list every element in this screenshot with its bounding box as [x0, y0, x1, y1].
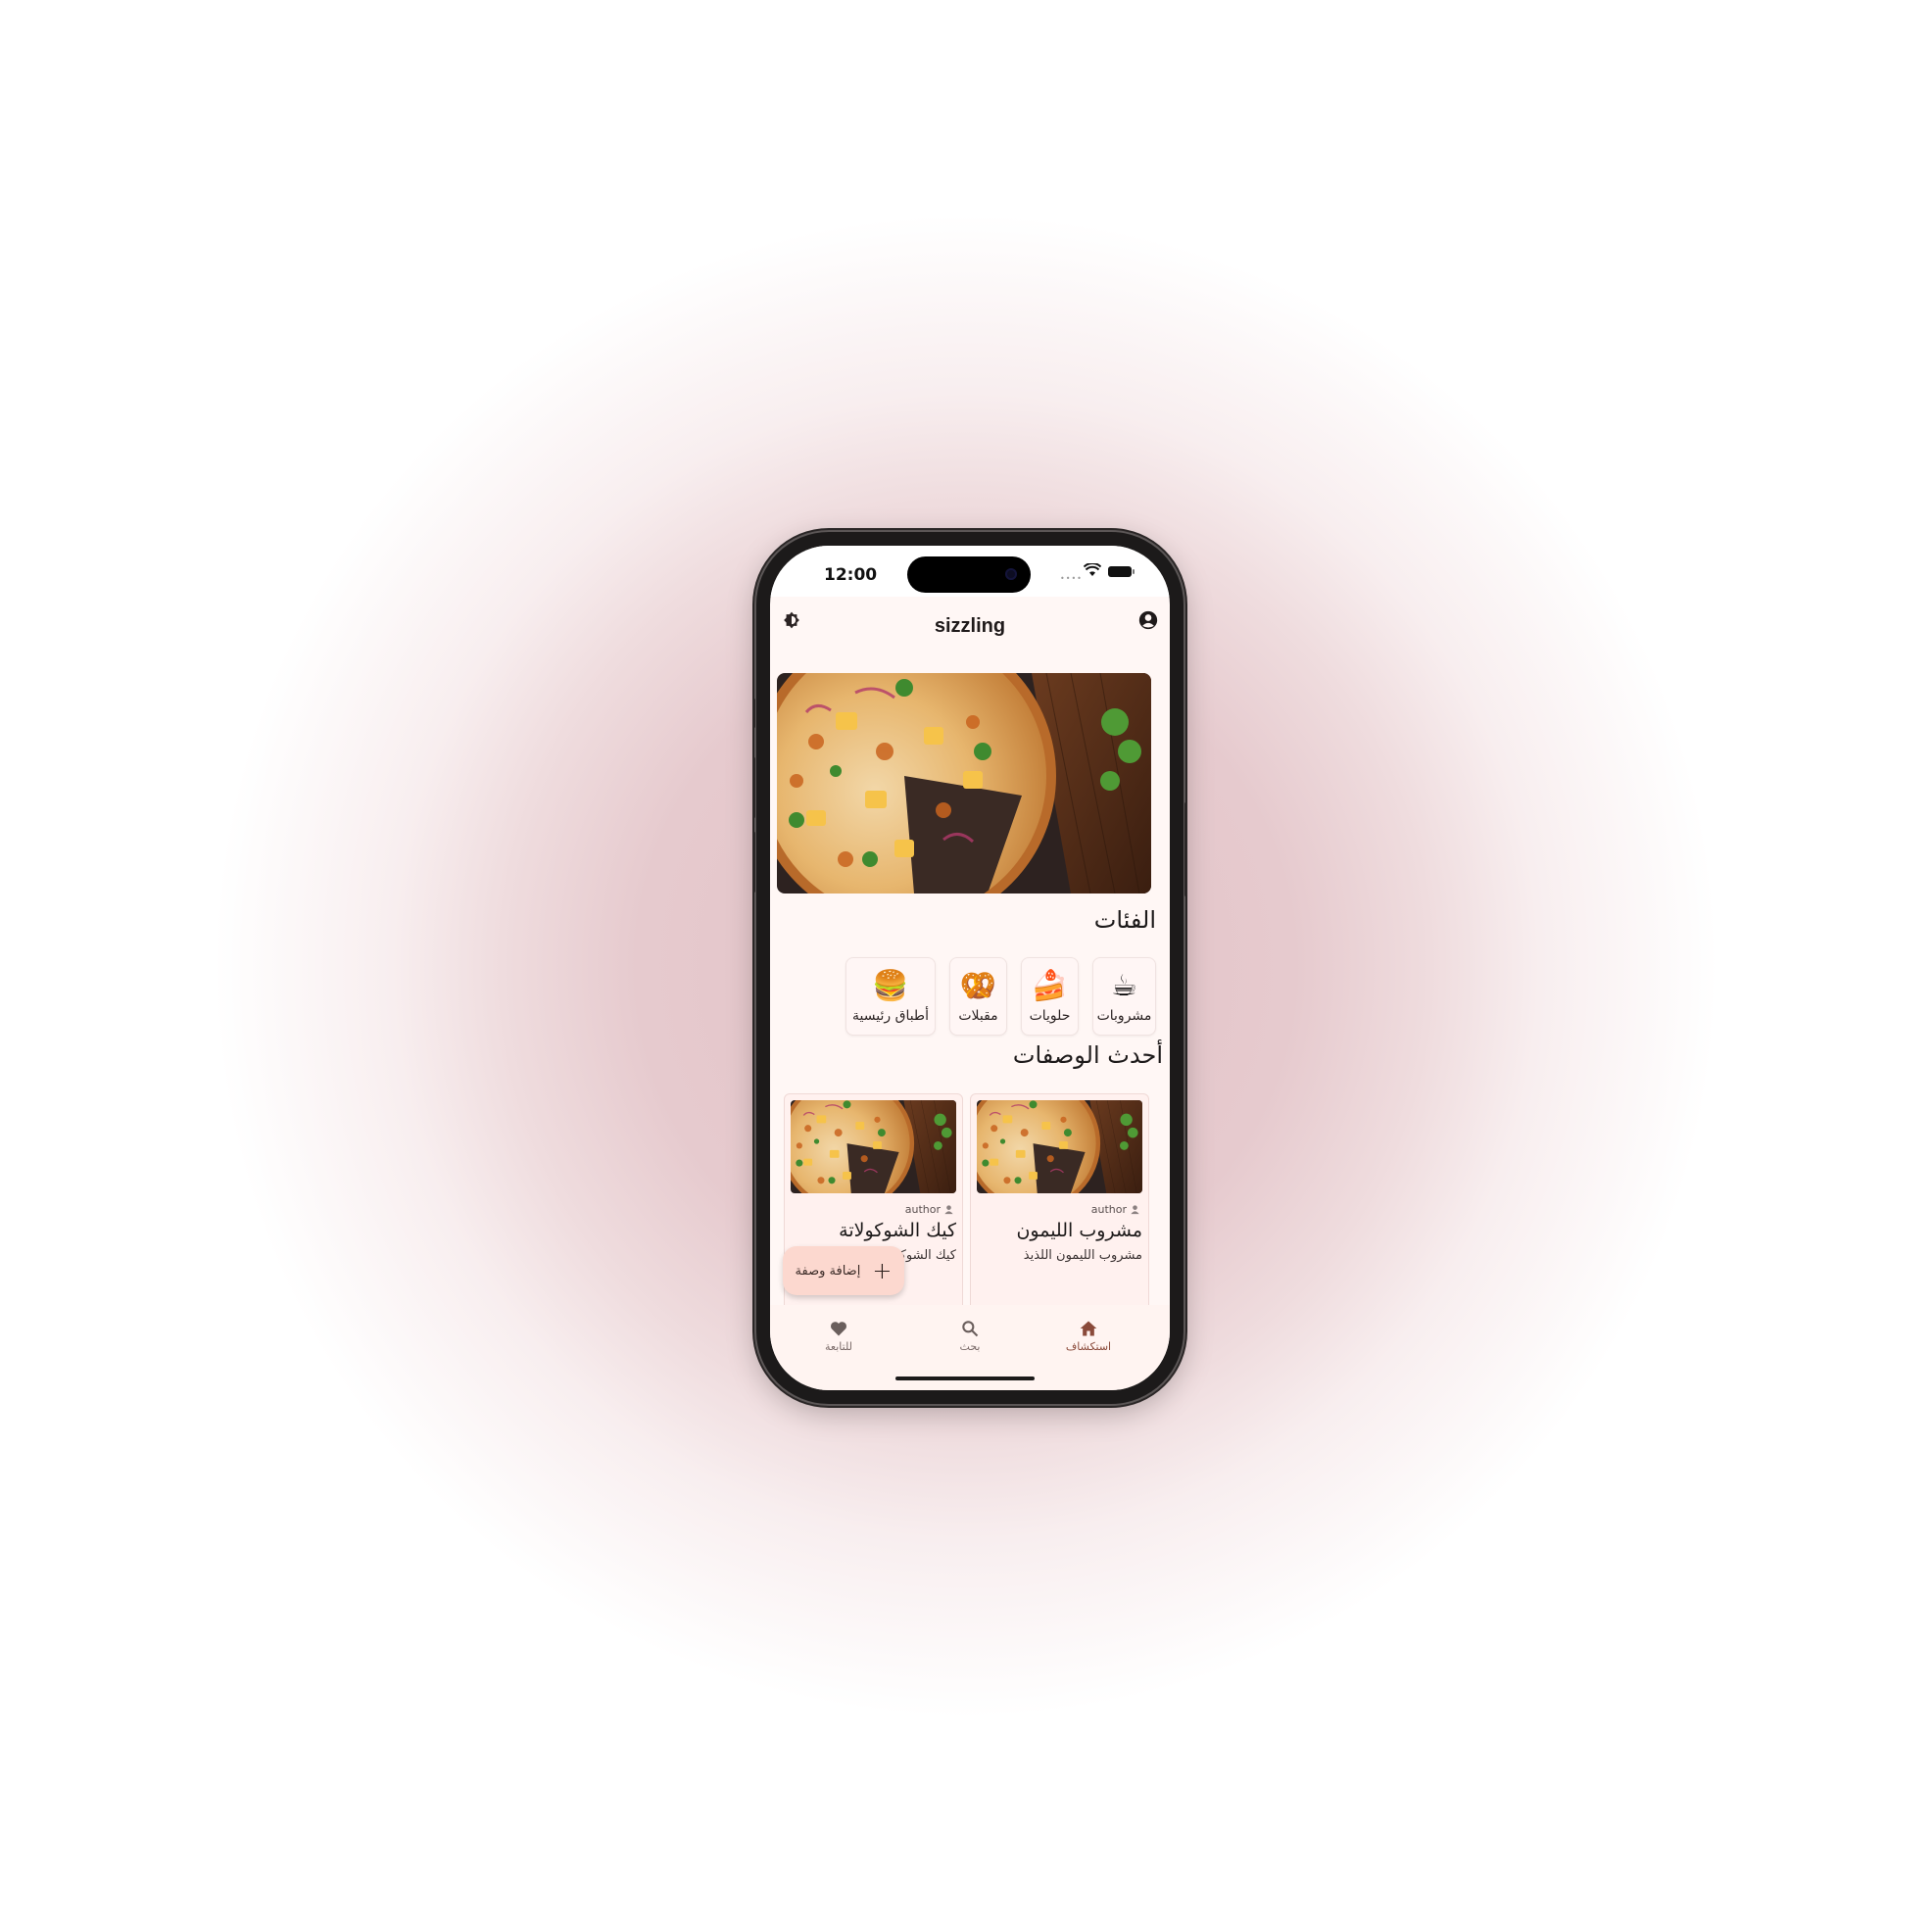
- status-bar: 12:00 ••••: [770, 546, 1170, 597]
- camera-icon: [1005, 568, 1017, 580]
- coffee-cup-icon: ☕: [1111, 969, 1137, 1003]
- category-list: ☕ مشروبات 🍰 حلويات 🥨 مقبلات 🍔 أطباق رئيس…: [845, 957, 1156, 1036]
- hero-image[interactable]: [777, 673, 1151, 894]
- burger-icon: 🍔: [872, 969, 909, 1003]
- category-label: مقبلات: [958, 1008, 998, 1024]
- plus-icon: +: [872, 1257, 893, 1284]
- recipe-description: مشروب الليمون اللذيذ: [1023, 1248, 1142, 1263]
- status-time: 12:00: [824, 565, 878, 585]
- recipe-title: مشروب الليمون: [1016, 1220, 1142, 1241]
- category-main-dishes[interactable]: 🍔 أطباق رئيسية: [845, 957, 936, 1036]
- person-icon: [1131, 1205, 1139, 1215]
- nav-following[interactable]: للتابعة: [795, 1319, 883, 1353]
- category-drinks[interactable]: ☕ مشروبات: [1092, 957, 1156, 1036]
- category-appetizers[interactable]: 🥨 مقبلات: [949, 957, 1007, 1036]
- nav-search[interactable]: بحث: [926, 1319, 1014, 1353]
- recent-recipes-title: أحدث الوصفات: [1012, 1041, 1163, 1069]
- phone-frame: 12:00 •••• sizzling الفئات ☕ مشروبات 🍰 ح…: [752, 532, 1187, 1404]
- nav-explore[interactable]: استكشاف: [1044, 1319, 1133, 1353]
- add-recipe-button[interactable]: إضافة وصفة +: [783, 1246, 904, 1295]
- heart-icon: [830, 1322, 847, 1336]
- category-label: أطباق رئيسية: [852, 1008, 929, 1024]
- signal-icon: ••••: [1060, 574, 1083, 583]
- app-title: sizzling: [934, 615, 1006, 637]
- recipe-card[interactable]: author مشروب الليمون مشروب الليمون اللذي…: [970, 1093, 1149, 1328]
- categories-title: الفئات: [1093, 906, 1156, 934]
- category-label: حلويات: [1029, 1008, 1071, 1024]
- volume-up-button: [752, 757, 755, 818]
- recipe-author: author: [1091, 1203, 1140, 1216]
- add-recipe-label: إضافة وصفة: [795, 1263, 861, 1279]
- side-button: [752, 699, 755, 728]
- home-indicator[interactable]: [895, 1377, 1035, 1380]
- nav-label: استكشاف: [1065, 1340, 1112, 1353]
- author-name: author: [904, 1203, 941, 1216]
- search-icon: [962, 1321, 979, 1337]
- wifi-icon: [1084, 563, 1101, 576]
- pretzel-icon: 🥨: [959, 969, 997, 1003]
- app-screen: 12:00 •••• sizzling الفئات ☕ مشروبات 🍰 ح…: [770, 546, 1170, 1390]
- recipe-image: [791, 1100, 956, 1193]
- volume-down-button: [752, 832, 755, 893]
- category-desserts[interactable]: 🍰 حلويات: [1021, 957, 1079, 1036]
- nav-label: للتابعة: [825, 1340, 852, 1353]
- recipe-author: author: [905, 1203, 954, 1216]
- battery-icon: [1108, 566, 1135, 577]
- nav-label: بحث: [959, 1340, 981, 1353]
- category-label: مشروبات: [1096, 1008, 1152, 1024]
- author-name: author: [1090, 1203, 1127, 1216]
- power-button: [1184, 802, 1187, 896]
- cake-slice-icon: 🍰: [1031, 969, 1069, 1003]
- recipe-image: [977, 1100, 1142, 1193]
- dynamic-island: [907, 556, 1031, 593]
- recipe-title: كيك الشوكولاتة: [839, 1220, 956, 1241]
- home-icon: [1080, 1321, 1097, 1336]
- person-icon: [944, 1205, 953, 1215]
